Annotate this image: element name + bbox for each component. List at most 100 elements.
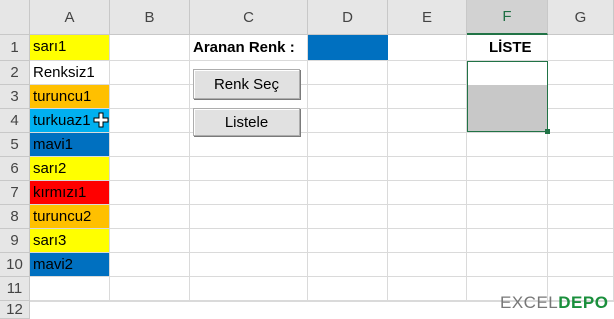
cell-f9[interactable] [467, 229, 548, 253]
cell-g1[interactable] [548, 35, 614, 61]
row-header-7[interactable]: 7 [0, 181, 30, 205]
row-header-8[interactable]: 8 [0, 205, 30, 229]
cell-e3[interactable] [388, 85, 467, 109]
row-header-3[interactable]: 3 [0, 85, 30, 109]
column-header-b[interactable]: B [110, 0, 190, 35]
row-header-5[interactable]: 5 [0, 133, 30, 157]
cell-f5[interactable] [467, 133, 548, 157]
cell-e2[interactable] [388, 61, 467, 85]
cell-e12[interactable] [388, 301, 467, 302]
cell-g9[interactable] [548, 229, 614, 253]
cell-c8[interactable] [190, 205, 308, 229]
color-item-cell[interactable]: mavi2 [30, 253, 110, 277]
cell-b6[interactable] [110, 157, 190, 181]
cell-c7[interactable] [190, 181, 308, 205]
cell-g4[interactable] [548, 109, 614, 133]
cell-c11[interactable] [190, 277, 308, 301]
cell-e5[interactable] [388, 133, 467, 157]
column-header-f[interactable]: F [467, 0, 548, 35]
cell-c5[interactable] [190, 133, 308, 157]
cell-d4[interactable] [308, 109, 388, 133]
row-header-2[interactable]: 2 [0, 61, 30, 85]
search-color-cell[interactable] [308, 35, 388, 60]
cell-e10[interactable] [388, 253, 467, 277]
cell-b1[interactable] [110, 35, 190, 61]
color-item-cell[interactable]: Renksiz1 [30, 61, 110, 85]
cell-a12[interactable] [30, 301, 110, 302]
cell-a11[interactable] [30, 277, 110, 301]
cell-b7[interactable] [110, 181, 190, 205]
cell-b2[interactable] [110, 61, 190, 85]
cell-e8[interactable] [388, 205, 467, 229]
column-header-a[interactable]: A [30, 0, 110, 35]
cell-d8[interactable] [308, 205, 388, 229]
color-item-cell[interactable]: kırmızı1 [30, 181, 110, 205]
color-item-cell[interactable]: turuncu2 [30, 205, 110, 229]
cell-d12[interactable] [308, 301, 388, 302]
cell-d2[interactable] [308, 61, 388, 85]
cell-e11[interactable] [388, 277, 467, 301]
row-header-11[interactable]: 11 [0, 277, 30, 301]
result-listbox[interactable] [467, 61, 548, 132]
cell-b8[interactable] [110, 205, 190, 229]
cell-c9[interactable] [190, 229, 308, 253]
cell-b11[interactable] [110, 277, 190, 301]
cell-f10[interactable] [467, 253, 548, 277]
cell-g3[interactable] [548, 85, 614, 109]
cell-b9[interactable] [110, 229, 190, 253]
cell-g5[interactable] [548, 133, 614, 157]
cell-c6[interactable] [190, 157, 308, 181]
cell-c12[interactable] [190, 301, 308, 302]
row-header-10[interactable]: 10 [0, 253, 30, 277]
cell-e4[interactable] [388, 109, 467, 133]
cell-d3[interactable] [308, 85, 388, 109]
row-header-6[interactable]: 6 [0, 157, 30, 181]
cell-b4[interactable] [110, 109, 190, 133]
color-item-cell[interactable]: sarı2 [30, 157, 110, 181]
column-header-e[interactable]: E [388, 0, 467, 35]
cell-e6[interactable] [388, 157, 467, 181]
row-header-12[interactable]: 12 [0, 301, 30, 319]
cell-b5[interactable] [110, 133, 190, 157]
cell-c10[interactable] [190, 253, 308, 277]
cell-f7[interactable] [467, 181, 548, 205]
color-item-cell[interactable]: sarı3 [30, 229, 110, 253]
list-header: LİSTE [489, 39, 532, 56]
listbox-item[interactable] [468, 62, 547, 85]
row-header-4[interactable]: 4 [0, 109, 30, 133]
cell-f6[interactable] [467, 157, 548, 181]
cell-d6[interactable] [308, 157, 388, 181]
cell-d7[interactable] [308, 181, 388, 205]
listbox-item[interactable] [468, 108, 547, 131]
cell-e1[interactable] [388, 35, 467, 61]
cell-b3[interactable] [110, 85, 190, 109]
listbox-item[interactable] [468, 85, 547, 108]
column-header-g[interactable]: G [548, 0, 614, 35]
cell-b12[interactable] [110, 301, 190, 302]
list-button[interactable]: Listele [193, 108, 300, 136]
cell-g7[interactable] [548, 181, 614, 205]
cell-d9[interactable] [308, 229, 388, 253]
select-all-corner[interactable] [0, 0, 30, 35]
cell-b10[interactable] [110, 253, 190, 277]
cell-e9[interactable] [388, 229, 467, 253]
cell-f8[interactable] [467, 205, 548, 229]
pick-color-button[interactable]: Renk Seç [193, 69, 300, 99]
cell-g8[interactable] [548, 205, 614, 229]
cell-d10[interactable] [308, 253, 388, 277]
color-item-cell[interactable]: turuncu1 [30, 85, 110, 109]
row-header-1[interactable]: 1 [0, 35, 30, 61]
row-header-9[interactable]: 9 [0, 229, 30, 253]
column-header-d[interactable]: D [308, 0, 388, 35]
fill-handle[interactable] [545, 129, 550, 134]
cell-g10[interactable] [548, 253, 614, 277]
column-header-c[interactable]: C [190, 0, 308, 35]
color-item-cell[interactable]: mavi1 [30, 133, 110, 157]
cell-g6[interactable] [548, 157, 614, 181]
cell-d5[interactable] [308, 133, 388, 157]
watermark-part1: EXCEL [500, 293, 559, 312]
cell-d11[interactable] [308, 277, 388, 301]
color-item-cell[interactable]: sarı1 [30, 35, 110, 61]
cell-e7[interactable] [388, 181, 467, 205]
cell-g2[interactable] [548, 61, 614, 85]
